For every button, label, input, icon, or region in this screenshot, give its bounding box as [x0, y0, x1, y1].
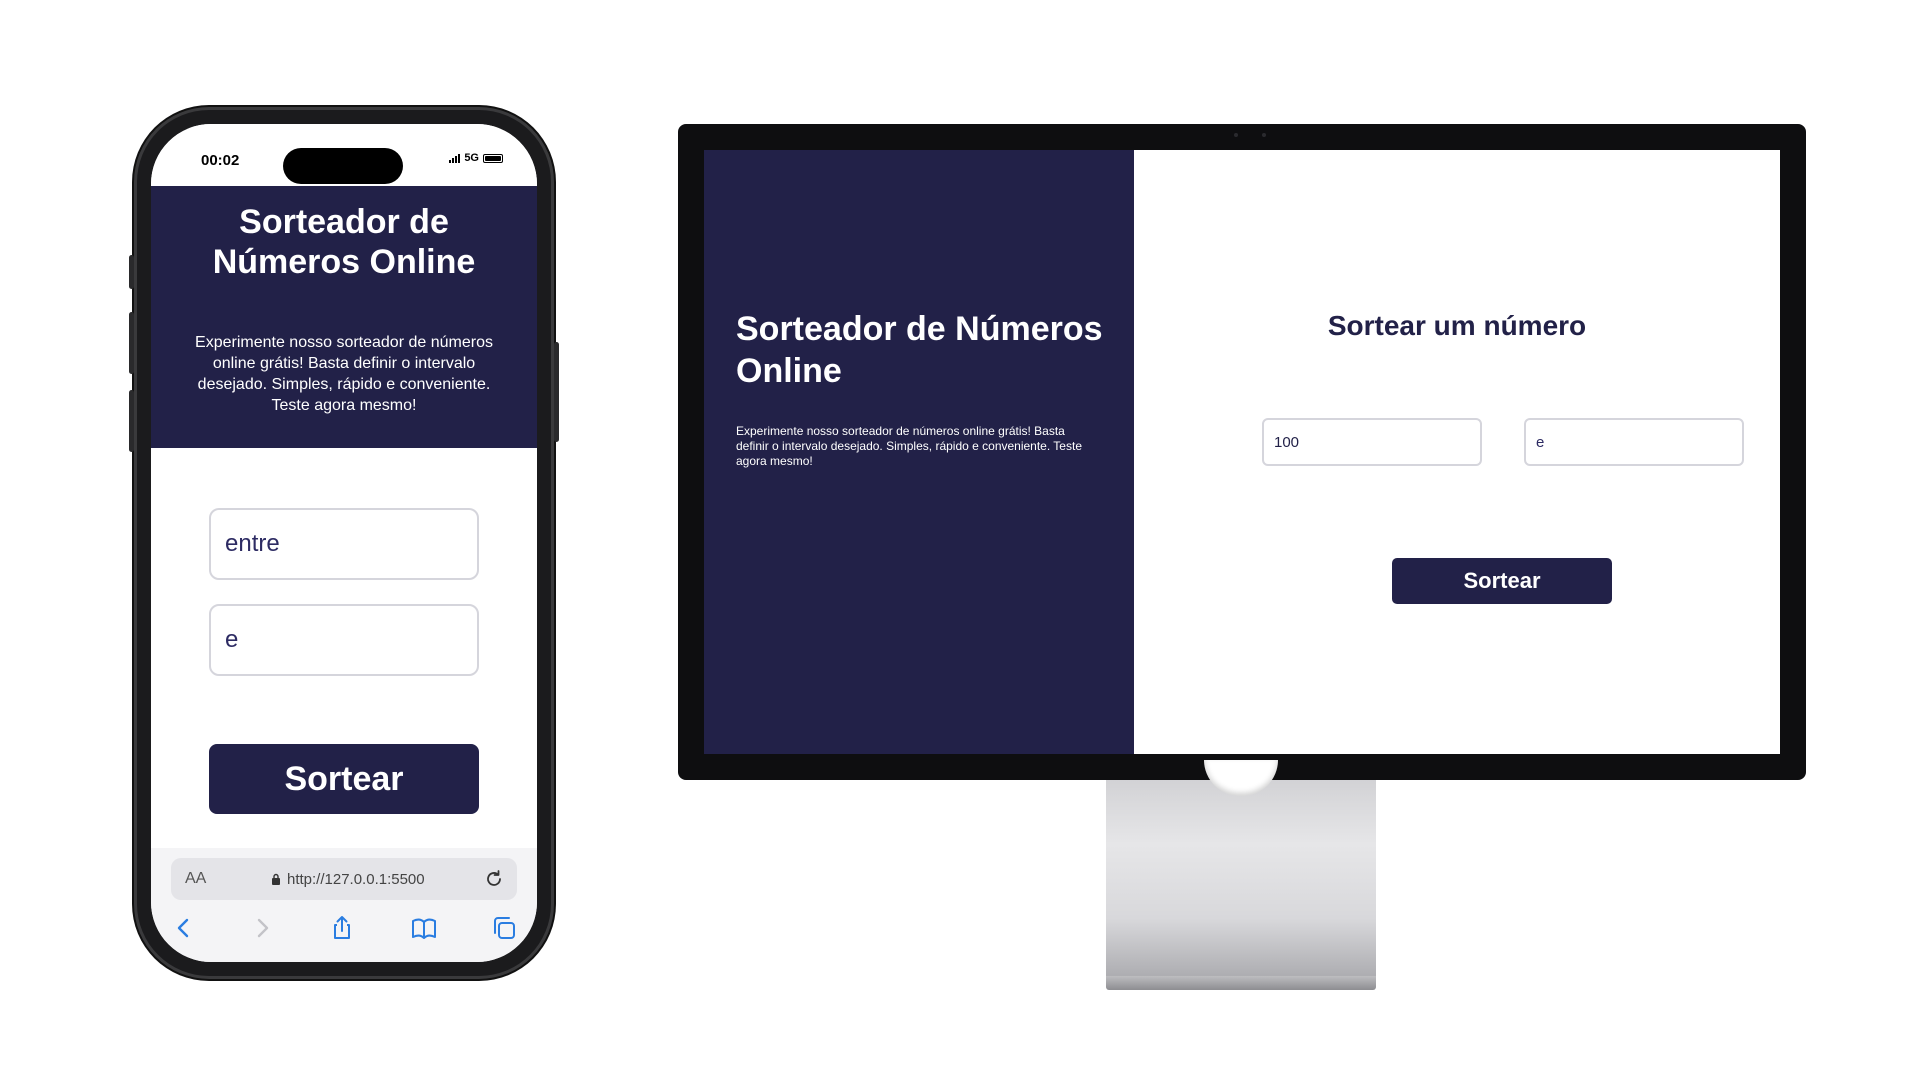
phone-page-description: Experimente nosso sorteador de números o… — [195, 334, 493, 414]
monitor-sensor-icon — [1262, 133, 1266, 137]
desktop-draw-button[interactable]: Sortear — [1392, 558, 1612, 604]
status-indicators: 5G — [449, 152, 503, 164]
phone-draw-button[interactable]: Sortear — [209, 744, 479, 814]
monitor-stand — [1106, 770, 1376, 982]
status-time: 00:02 — [201, 152, 240, 169]
desktop-max-number-input[interactable] — [1524, 418, 1744, 466]
monitor-stand-base — [1106, 976, 1376, 990]
forward-icon[interactable] — [248, 914, 276, 942]
phone-hero-section: Sorteador de Números Online Experimente … — [151, 186, 537, 448]
desktop-min-number-input[interactable] — [1262, 418, 1482, 466]
reload-icon[interactable] — [483, 868, 505, 890]
mockup-stage: 00:02 5G Sorteador de Números Online Exp… — [0, 0, 1920, 1080]
network-label: 5G — [464, 152, 479, 164]
phone-power-button — [554, 342, 559, 442]
desktop-page-description: Experimente nosso sorteador de números o… — [736, 424, 1082, 468]
phone-volume-down-button — [129, 390, 134, 452]
phone-min-number-input[interactable] — [209, 508, 479, 580]
desktop-form-heading: Sortear um número — [1327, 310, 1587, 341]
phone-max-number-input[interactable] — [209, 604, 479, 676]
phone-page-title: Sorteador de Números Online — [212, 203, 476, 281]
address-bar[interactable]: AA http://127.0.0.1:5500 — [171, 858, 517, 900]
signal-icon — [449, 153, 461, 163]
phone-volume-up-button — [129, 312, 134, 374]
desktop-form-section: Sortear um número Sortear — [1134, 150, 1780, 754]
phone-screen: 00:02 5G Sorteador de Números Online Exp… — [151, 124, 537, 962]
url-text: http://127.0.0.1:5500 — [287, 871, 425, 888]
phone-mockup: 00:02 5G Sorteador de Números Online Exp… — [129, 110, 559, 976]
back-icon[interactable] — [170, 914, 198, 942]
monitor-camera-icon — [1234, 133, 1238, 137]
browser-toolbar: AA http://127.0.0.1:5500 — [151, 848, 537, 962]
desktop-page-title: Sorteador de Números Online — [736, 310, 1103, 390]
share-icon[interactable] — [328, 914, 356, 942]
desktop-hero-section: Sorteador de Números Online Experimente … — [704, 150, 1134, 754]
phone-form-section: Sortear — [151, 448, 537, 848]
tabs-icon[interactable] — [490, 914, 518, 942]
phone-action-button — [129, 255, 134, 289]
dynamic-island — [283, 148, 403, 184]
monitor-mockup: Sorteador de Números Online Experimente … — [678, 124, 1806, 780]
phone-status-bar: 00:02 5G — [151, 124, 537, 186]
text-size-button[interactable]: AA — [185, 870, 206, 888]
battery-icon — [483, 153, 503, 163]
monitor-screen: Sorteador de Números Online Experimente … — [704, 150, 1780, 754]
lock-icon — [272, 873, 280, 885]
bookmarks-icon[interactable] — [410, 914, 438, 942]
